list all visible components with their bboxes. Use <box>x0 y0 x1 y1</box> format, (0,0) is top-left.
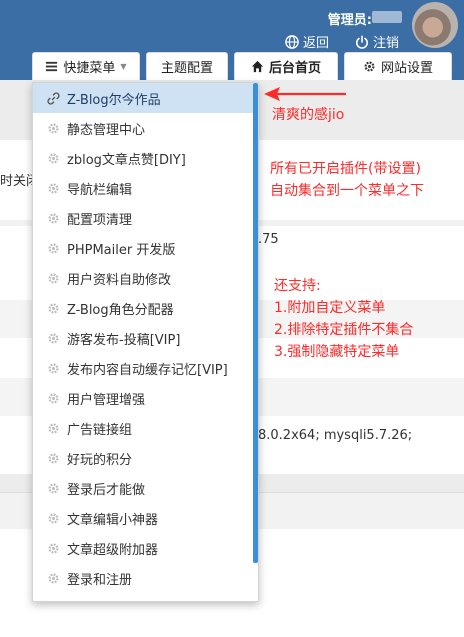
gear-icon <box>48 362 59 374</box>
annotation-note-line: 所有已开启插件(带设置) <box>270 161 421 177</box>
admin-label: 管理员: <box>327 13 372 28</box>
admin-name-blurred <box>372 11 402 23</box>
home-icon <box>251 60 264 73</box>
quick-menu-item-label: 文章超级附加器 <box>67 542 159 558</box>
tab-label: 网站设置 <box>380 61 433 76</box>
quick-menu-item[interactable]: 文章编辑小神器 <box>33 503 253 533</box>
server-info-fragment: 8.0.2x64; mysqli5.7.26; <box>258 428 413 443</box>
quick-menu-item[interactable]: zblog文章点赞[DIY] <box>33 143 253 173</box>
scrollbar[interactable] <box>253 83 258 563</box>
quick-menu-item-label: 配置项清理 <box>67 212 133 228</box>
quick-menu-item[interactable]: Z-Blog角色分配器 <box>33 293 253 323</box>
gear-icon <box>48 452 59 464</box>
quick-menu-item[interactable]: 游客发布-投稿[VIP] <box>33 323 253 353</box>
quick-menu-item[interactable]: 文章超级附加器 <box>33 533 253 563</box>
tab-label: 主题配置 <box>160 61 213 76</box>
gear-icon <box>48 512 59 524</box>
quick-menu-item-label: 登录后才能做 <box>67 482 146 498</box>
gear-icon <box>48 332 59 344</box>
avatar[interactable] <box>412 2 458 48</box>
power-icon <box>356 35 368 49</box>
quick-menu-item[interactable]: 登录和注册 <box>33 563 253 593</box>
logout-link[interactable]: 注销 <box>355 32 399 51</box>
gear-icon <box>364 61 375 72</box>
tab-label: 后台首页 <box>268 61 321 76</box>
annotation-note-line: 自动集合到一个菜单之下 <box>270 183 424 199</box>
quick-menu-item-label: 发布内容自动缓存记忆[VIP] <box>67 362 228 378</box>
quick-menu-item-label: 文章编辑小神器 <box>67 512 159 528</box>
gear-icon <box>47 602 60 603</box>
back-link[interactable]: 返回 <box>285 32 329 51</box>
gear-icon <box>48 122 59 134</box>
quick-menu-item[interactable]: 用户管理增强 <box>33 383 253 413</box>
annotation-note-line: 1.附加自定义菜单 <box>274 300 386 316</box>
tab-theme-config[interactable]: 主题配置 <box>146 52 228 80</box>
quick-menu-item[interactable]: Z-Blog尔今作品 <box>33 83 253 113</box>
quick-menu-item[interactable]: 发布内容自动缓存记忆[VIP] <box>33 353 253 383</box>
link-icon <box>47 91 60 105</box>
gear-icon <box>48 422 59 434</box>
quick-menu-item-label: Z-Blog尔今作品 <box>67 92 161 108</box>
annotation-note-line: 还支持: <box>274 278 321 294</box>
quick-menu-item-label: 广告链接组 <box>67 422 133 438</box>
quick-menu-item-label: 好玩的积分 <box>67 452 133 468</box>
globe-icon <box>285 34 299 49</box>
back-label: 返回 <box>303 36 330 51</box>
quick-menu-item-label: 网站导航单页 <box>67 599 145 602</box>
gear-icon <box>48 572 59 584</box>
quick-menu-dropdown: Z-Blog尔今作品 静态管理中心 zblog文章点赞[DIY] 导航栏编辑配置项清理… <box>32 82 259 602</box>
tab-site-settings[interactable]: 网站设置 <box>344 52 452 80</box>
arrow-left-icon <box>264 87 346 101</box>
quick-menu-item-label: 游客发布-投稿[VIP] <box>67 332 181 348</box>
quick-menu-item-label: PHPMailer 开发版 <box>67 242 176 258</box>
gear-icon <box>48 272 59 284</box>
quick-menu-item-label: Z-Blog角色分配器 <box>67 302 174 318</box>
quick-menu-item[interactable]: PHPMailer 开发版 <box>33 233 253 263</box>
quick-menu-item-label: 用户管理增强 <box>67 392 146 408</box>
version-text-fragment: .75 <box>258 232 279 247</box>
list-icon <box>46 61 58 72</box>
gear-icon <box>48 392 59 404</box>
tab-dashboard-home[interactable]: 后台首页 <box>234 52 338 80</box>
quick-menu-item[interactable]: 用户资料自助修改 <box>33 263 253 293</box>
gear-icon <box>48 302 59 314</box>
gear-icon <box>48 482 59 494</box>
annotation-note-line: 3.强制隐藏特定菜单 <box>274 344 400 360</box>
tab-label: 快捷菜单 <box>63 61 116 76</box>
quick-menu-item[interactable]: 登录后才能做 <box>33 473 253 503</box>
tab-quick-menu[interactable]: 快捷菜单 ▼ <box>32 52 140 80</box>
quick-menu-item-label: 用户资料自助修改 <box>67 272 172 288</box>
quick-menu-item[interactable]: 网站导航单页 <box>33 593 253 603</box>
gear-icon <box>48 212 59 224</box>
quick-menu-item-label: 导航栏编辑 <box>67 182 133 198</box>
caret-down-icon: ▼ <box>120 62 127 71</box>
gear-icon <box>48 182 59 194</box>
gear-icon <box>48 542 59 554</box>
annotation-arrow-note: 清爽的感jio <box>272 107 345 123</box>
quick-menu-item[interactable]: 导航栏编辑 <box>33 173 253 203</box>
logout-label: 注销 <box>373 36 400 51</box>
quick-menu-item-label: 登录和注册 <box>67 572 133 588</box>
quick-menu-item[interactable]: 广告链接组 <box>33 413 253 443</box>
quick-menu-item[interactable]: 好玩的积分 <box>33 443 253 473</box>
quick-menu-item-label: zblog文章点赞[DIY] <box>67 152 186 168</box>
quick-menu-item[interactable]: 配置项清理 <box>33 203 253 233</box>
annotation-note-line: 2.排除特定插件不集合 <box>274 322 414 338</box>
quick-menu-item-label: 静态管理中心 <box>67 122 146 138</box>
gear-icon <box>48 242 59 254</box>
quick-menu-item[interactable]: 静态管理中心 <box>33 113 253 143</box>
gear-icon <box>48 152 59 164</box>
